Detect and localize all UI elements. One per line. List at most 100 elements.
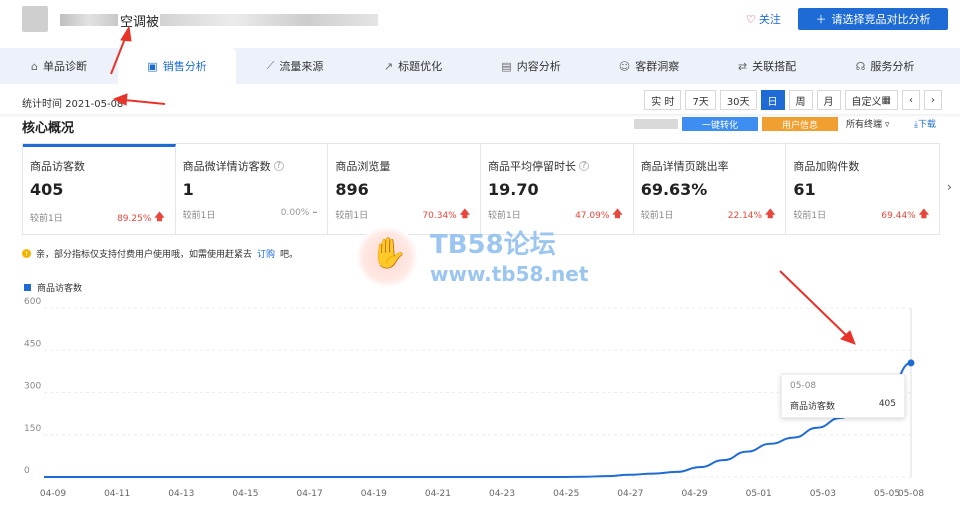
time-month-button[interactable]: 月: [816, 90, 841, 110]
time-30d-button[interactable]: 30天: [719, 90, 757, 110]
terminal-select[interactable]: 所有终端 ▿: [846, 117, 889, 130]
tab-traffic-source[interactable]: ⟋ 流量来源: [236, 48, 354, 84]
x-tick-label: 04-15: [232, 489, 258, 499]
follow-label: 关注: [758, 13, 781, 26]
metric-compare: 较前1日: [182, 211, 216, 221]
metric-change: 22.14% 🡅: [728, 207, 776, 224]
metric-name: 商品详情页跳出率: [640, 160, 729, 173]
metric-card-bounce-rate[interactable]: 商品详情页跳出率 69.63% 较前1日 22.14% 🡅: [634, 144, 787, 234]
legend-label: 商品访客数: [37, 284, 83, 294]
tab-sales-analysis[interactable]: ▣ 销售分析: [118, 48, 236, 84]
tab-label: 标题优化: [398, 60, 443, 73]
metric-name: 商品浏览量: [335, 160, 391, 173]
download-link[interactable]: ⤓下载: [914, 117, 936, 130]
x-tick-label: 04-29: [681, 489, 707, 499]
tab-label: 内容分析: [516, 60, 561, 73]
x-tick-label: 05-05: [874, 489, 900, 499]
info-icon: !: [22, 249, 31, 258]
x-tick-label: 05-03: [810, 489, 836, 499]
terminal-label: 所有终端: [846, 120, 883, 130]
time-realtime-button[interactable]: 实 时: [644, 90, 682, 110]
chevron-right-icon: ›: [931, 94, 935, 106]
compare-competitor-button[interactable]: ＋ 请选择竞品对比分析: [798, 8, 948, 30]
metric-value: 19.70: [488, 180, 539, 199]
link-icon: ⇄: [737, 59, 748, 73]
help-icon[interactable]: ?: [579, 161, 590, 171]
chart-icon: ↗: [383, 59, 394, 73]
arrow-up-icon: 🡅: [918, 209, 930, 220]
x-tick-label: 04-19: [361, 489, 387, 499]
tab-single-diagnosis[interactable]: ⌂ 单品诊断: [0, 48, 118, 84]
metric-compare: 较前1日: [640, 211, 674, 221]
time-custom-button[interactable]: 自定义 ▦: [844, 90, 898, 110]
y-tick-label: 0: [24, 466, 30, 476]
data-point: [907, 359, 915, 367]
prev-date-button[interactable]: ‹: [902, 90, 920, 110]
subscribe-link[interactable]: 订购: [257, 247, 275, 260]
arrow-up-icon: 🡅: [154, 212, 165, 223]
metric-change: 89.25% 🡅: [117, 210, 165, 227]
metric-name: 商品加购件数: [793, 160, 860, 173]
shop-icon: ⌂: [31, 59, 38, 73]
chart-legend[interactable]: 商品访客数: [24, 281, 82, 294]
time-week-button[interactable]: 周: [788, 90, 813, 110]
blurred-title-part: [160, 14, 378, 26]
help-icon[interactable]: ?: [273, 161, 284, 171]
metric-name: 商品微详情访客数?: [183, 158, 328, 174]
time-range-buttons: 实 时 7天 30天 日 周 月 自定义 ▦ ‹ ›: [644, 90, 942, 110]
chevron-right-icon[interactable]: ›: [947, 180, 952, 194]
dash-icon: –: [312, 207, 318, 218]
tab-label: 流量来源: [279, 60, 324, 73]
trend-icon: ⟋: [266, 59, 275, 72]
one-click-convert-button[interactable]: 一键转化: [682, 117, 758, 131]
follow-button[interactable]: ♡ 关注: [746, 11, 781, 27]
metric-card-micro-detail-visitors[interactable]: 商品微详情访客数? 1 较前1日 0.00% –: [176, 144, 329, 234]
metric-compare: 较前1日: [30, 214, 63, 224]
notice-suffix: 吧。: [280, 250, 299, 260]
metric-card-pageviews[interactable]: 商品浏览量 896 较前1日 70.34% 🡅: [328, 144, 482, 234]
metric-change: 69.44% 🡅: [881, 207, 929, 224]
watermark-line2: www.tb58.net: [430, 262, 589, 286]
blurred-text: [634, 119, 678, 129]
chevron-down-icon: ▿: [884, 120, 890, 130]
x-tick-label: 04-17: [297, 489, 323, 499]
metric-value: 61: [793, 180, 816, 199]
metric-compare: 较前1日: [793, 211, 827, 221]
bag-icon: ▣: [147, 59, 158, 73]
stat-time: 统计时间 2021-05-08: [22, 99, 124, 110]
x-tick-label: 04-25: [553, 489, 579, 499]
time-day-button[interactable]: 日: [760, 90, 785, 110]
x-tick-label: 04-21: [425, 489, 451, 499]
arrow-up-icon: 🡅: [612, 209, 623, 220]
watermark-line1: TB58论坛: [430, 230, 556, 260]
metric-card-avg-stay[interactable]: 商品平均停留时长? 19.70 较前1日 47.09% 🡅: [481, 144, 634, 234]
notice-text: 亲，部分指标仅支持付费用户使用哦，如需使用赶紧去: [36, 250, 253, 260]
tab-related-match[interactable]: ⇄ 关联搭配: [708, 48, 826, 84]
tab-customer-insight[interactable]: ☺ 客群洞察: [590, 48, 708, 84]
tab-service-analysis[interactable]: ☊ 服务分析: [826, 48, 944, 84]
product-thumbnail[interactable]: [22, 6, 48, 32]
x-tick-label: 05-01: [746, 489, 772, 499]
arrow-up-icon: 🡅: [765, 209, 776, 220]
tab-label: 单品诊断: [42, 60, 87, 73]
y-tick-label: 450: [24, 339, 41, 349]
tab-title-optimize[interactable]: ↗ 标题优化: [354, 48, 472, 84]
custom-label: 自定义: [851, 96, 882, 108]
headset-icon: ☊: [855, 59, 866, 73]
metric-card-visitors[interactable]: 商品访客数 405 较前1日 89.25% 🡅: [23, 144, 176, 234]
user-icon: ☺: [618, 59, 631, 73]
heart-icon: ♡: [746, 12, 756, 26]
watermark: ✋ TB58论坛 www.tb58.net: [356, 222, 606, 294]
next-date-button[interactable]: ›: [924, 90, 942, 110]
metric-value: 69.63%: [640, 180, 708, 199]
time-7d-button[interactable]: 7天: [685, 90, 716, 110]
legend-swatch: [24, 284, 31, 291]
metric-card-add-to-cart[interactable]: 商品加购件数 61 较前1日 69.44% 🡅: [786, 144, 939, 234]
blurred-title-part: [60, 14, 118, 26]
tab-content-analysis[interactable]: ▤ 内容分析: [472, 48, 590, 84]
product-title: 空调被: [120, 15, 160, 30]
metric-value: 896: [335, 180, 369, 199]
time-bar: 统计时间 2021-05-08 实 时 7天 30天 日 周 月 自定义 ▦ ‹ …: [0, 86, 960, 116]
calendar-icon: ▦: [881, 94, 891, 106]
user-info-button[interactable]: 用户信息: [762, 117, 838, 131]
